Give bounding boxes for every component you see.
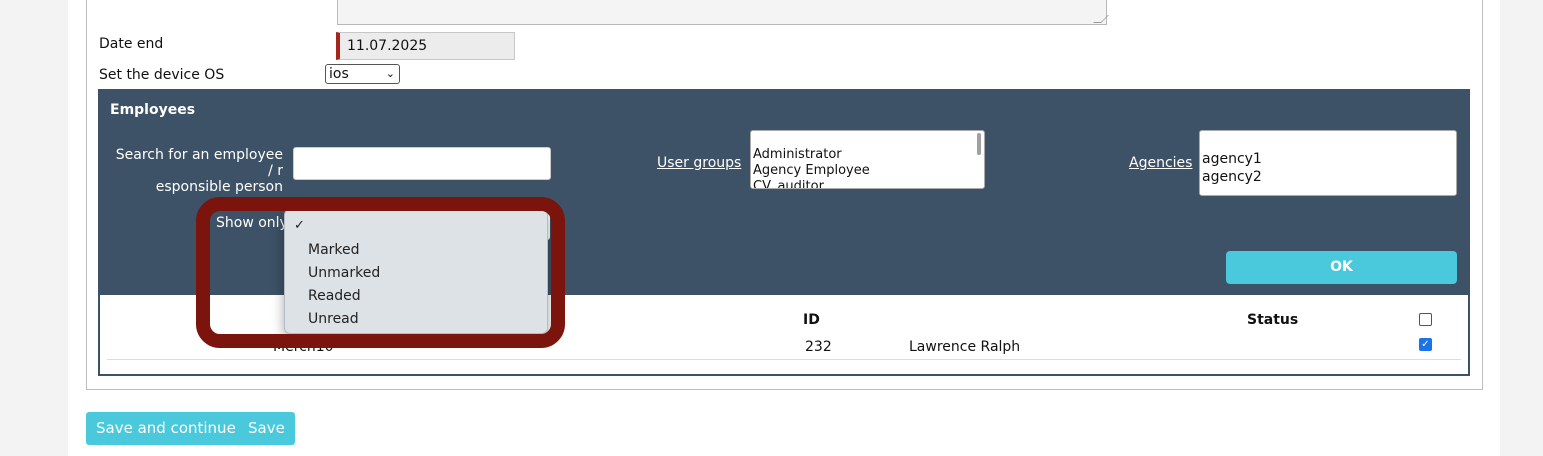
description-textarea[interactable] xyxy=(337,0,1109,25)
ok-button[interactable]: OK xyxy=(1226,251,1457,284)
device-os-label: Set the device OS xyxy=(99,67,225,83)
agencies-link[interactable]: Agencies xyxy=(1129,155,1192,171)
agency-option[interactable]: agency1 xyxy=(1200,150,1456,168)
user-groups-listbox[interactable]: Administrator Agency Employee CV_auditor xyxy=(750,130,985,189)
chevron-down-icon: ⌄ xyxy=(385,67,395,80)
user-groups-link[interactable]: User groups xyxy=(657,155,741,171)
id-column-header: ID xyxy=(803,312,820,328)
search-label: Search for an employee / r esponsible pe… xyxy=(108,147,283,195)
user-group-option[interactable]: Agency Employee xyxy=(751,163,984,179)
date-end-label: Date end xyxy=(99,36,164,52)
row-person: Lawrence Ralph xyxy=(909,339,1021,355)
employees-title: Employees xyxy=(110,102,196,118)
highlight-annotation xyxy=(196,197,565,348)
agency-option[interactable]: agency2 xyxy=(1200,168,1456,186)
resize-grip-icon[interactable] xyxy=(1093,15,1109,23)
date-end-input[interactable]: 11.07.2025 xyxy=(336,32,515,60)
save-and-continue-button[interactable]: Save and continue xyxy=(86,412,246,445)
save-button[interactable]: Save xyxy=(238,412,295,445)
row-checkbox[interactable]: ✓ xyxy=(1419,338,1432,351)
status-column-header: Status xyxy=(1247,312,1299,328)
device-os-value: ios xyxy=(329,66,349,82)
select-all-checkbox[interactable] xyxy=(1419,313,1432,326)
search-label-line1: Search for an employee / r xyxy=(115,147,283,179)
row-id: 232 xyxy=(805,339,832,355)
listbox-scrollbar[interactable] xyxy=(977,133,981,155)
search-label-line2: esponsible person xyxy=(155,179,283,195)
device-os-select[interactable]: ios ⌄ xyxy=(325,64,400,84)
row-divider xyxy=(107,359,1461,360)
agencies-listbox[interactable]: agency1 agency2 xyxy=(1199,130,1457,196)
employee-search-input[interactable] xyxy=(293,147,551,180)
user-group-option[interactable]: CV_auditor xyxy=(751,179,984,188)
user-group-option[interactable]: Administrator xyxy=(751,147,984,163)
